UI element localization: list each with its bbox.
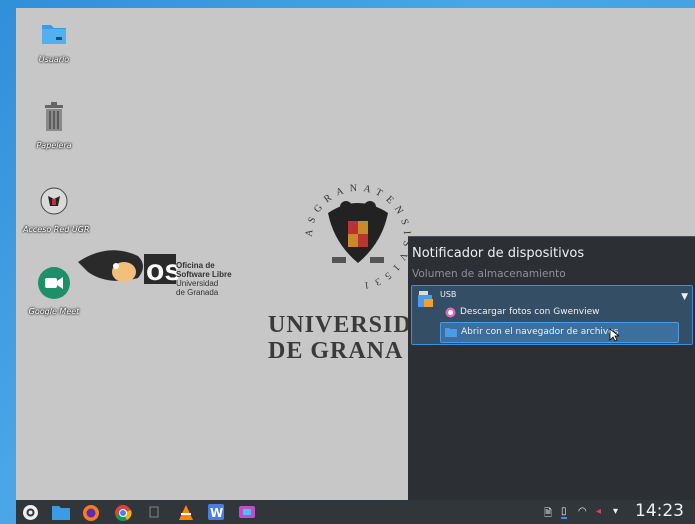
desktop-icon-label: Usuario: [38, 55, 70, 64]
ugr-seal-icon: [40, 187, 68, 215]
university-name: UNIVERSID DE GRANA: [268, 312, 412, 364]
collapse-arrow-icon[interactable]: ▼: [681, 292, 688, 302]
folder-icon: [445, 328, 457, 337]
action-descargar-fotos[interactable]: Descargar fotos con Gwenview: [460, 307, 600, 317]
osl-line1: Oficina de: [176, 261, 215, 270]
usb-tray-icon[interactable]: ▯: [561, 506, 567, 519]
desktop-icon-label: Acceso Red UGR: [23, 225, 90, 234]
osl-line4: de Granada: [176, 288, 219, 297]
clock[interactable]: 14:23: [635, 501, 684, 521]
desktop-icon-google-meet[interactable]: Google Meet: [23, 266, 85, 316]
volume-icon[interactable]: ◂: [596, 506, 601, 517]
university-line2: DE GRANA: [268, 338, 404, 364]
desktop-icon-acceso-red-ugr[interactable]: Acceso Red UGR: [23, 184, 90, 234]
osl-logo: osl: [78, 242, 189, 294]
osl-line2: Software Libre: [176, 270, 232, 279]
notifier-tray-icon[interactable]: 🗎: [544, 506, 552, 523]
usb-drive-icon: [418, 291, 433, 307]
ugr-seal: ASGRANATENSISV1531: [304, 183, 406, 291]
gwenview-icon: [445, 307, 456, 318]
trash-icon: [45, 102, 63, 131]
popup-section-header: Volumen de almacenamiento: [412, 268, 566, 280]
device-name: USB: [440, 290, 457, 299]
disk-icon[interactable]: [148, 504, 160, 520]
device-notifier-popup: Notificador de dispositivos Volumen de a…: [408, 236, 695, 501]
firefox-icon[interactable]: [82, 504, 100, 522]
taskbar: W 🗎 ▯ ◠ ◂ ▾ 14:23: [16, 500, 695, 524]
svg-text:W: W: [210, 506, 223, 520]
osl-caption: Oficina de Software Libre Universidad de…: [176, 261, 232, 297]
folder-icon: [42, 25, 66, 44]
dolphin-icon[interactable]: [52, 504, 70, 520]
osl-line3: Universidad: [176, 279, 219, 288]
mouse-cursor-icon: [609, 328, 619, 342]
osl-mark: osl: [146, 254, 178, 287]
writer-icon[interactable]: W: [208, 504, 224, 520]
desktop-icon-label: Google Meet: [28, 307, 80, 316]
google-meet-icon: [38, 267, 70, 299]
osl-penguin-icon: osl: [78, 250, 189, 287]
university-line1: UNIVERSID: [268, 312, 412, 338]
wifi-icon[interactable]: ◠: [578, 506, 587, 517]
screenshot-icon[interactable]: [238, 504, 256, 520]
desktop-icon-usuario[interactable]: Usuario: [23, 18, 85, 64]
action-label: Abrir con el navegador de archivos: [461, 327, 619, 337]
application-launcher-icon[interactable]: [22, 504, 39, 521]
vlc-icon[interactable]: [177, 504, 195, 522]
chevron-down-icon[interactable]: ▾: [613, 506, 618, 517]
device-item-usb[interactable]: USB ▼ Descargar fotos con Gwenview Abrir…: [411, 285, 693, 345]
desktop-icon-label: Papelera: [36, 141, 72, 150]
action-abrir-navegador[interactable]: Abrir con el navegador de archivos: [440, 322, 679, 343]
desktop-icon-papelera[interactable]: Papelera: [23, 100, 85, 150]
chrome-icon[interactable]: [114, 504, 132, 522]
popup-title: Notificador de dispositivos: [412, 246, 585, 261]
